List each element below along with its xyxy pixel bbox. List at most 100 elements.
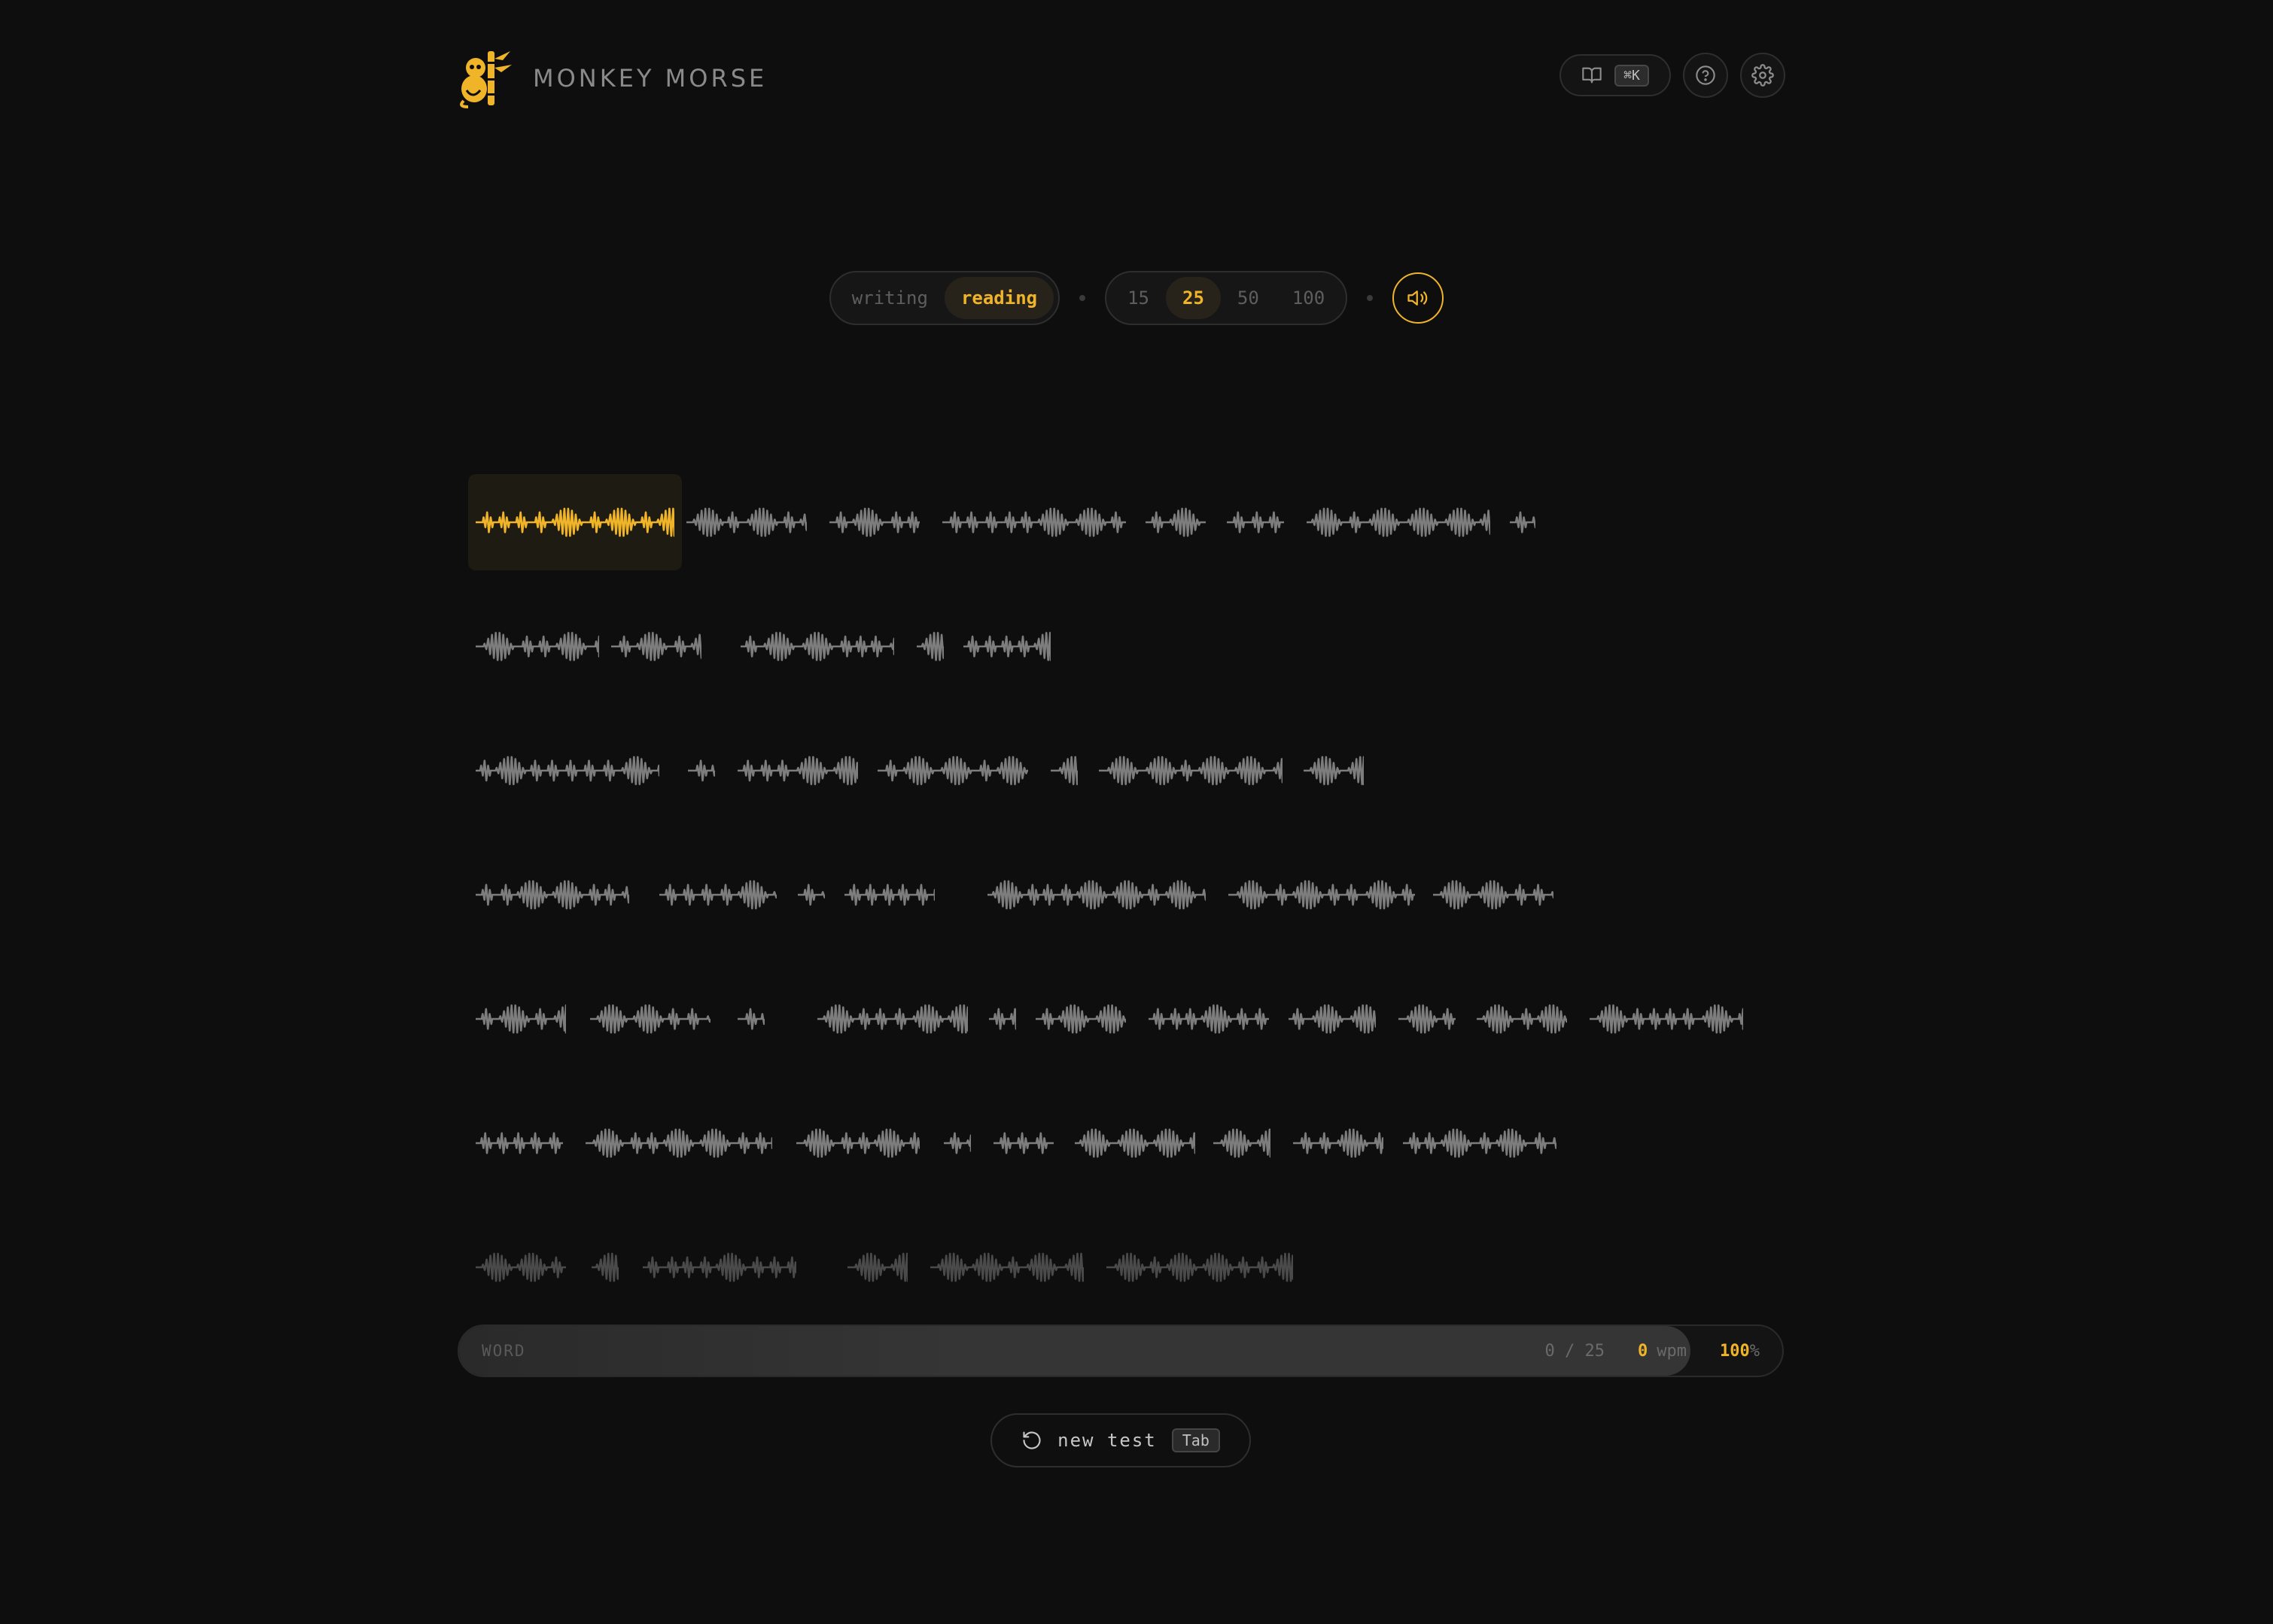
waveform-line [1510, 511, 1535, 534]
waveform-line [586, 1128, 772, 1158]
morse-waveform [1106, 1252, 1293, 1282]
waveform-line [942, 507, 1126, 537]
current-morse-word [468, 474, 682, 570]
morse-word [936, 1095, 978, 1191]
morse-waveform [476, 631, 599, 661]
waveform-line [643, 1252, 796, 1282]
waveform-line [930, 1252, 1084, 1282]
restart-icon [1023, 1431, 1041, 1449]
app-title: MONKEY MORSE [533, 64, 768, 93]
waveform-line [688, 759, 715, 782]
morse-word [652, 847, 784, 943]
waveform-line [476, 1004, 566, 1034]
settings-button[interactable] [1740, 53, 1785, 98]
monkey-logo-icon [460, 51, 512, 108]
waveform-line [993, 1132, 1054, 1154]
morse-word [923, 1219, 1091, 1315]
command-palette-button[interactable]: ⌘K [1559, 54, 1671, 96]
morse-word [837, 847, 942, 943]
morse-waveform [1149, 1004, 1269, 1034]
new-test-button[interactable]: new test Tab [990, 1413, 1251, 1467]
morse-waveform [878, 756, 1028, 786]
morse-word [679, 474, 814, 570]
morse-word [468, 971, 574, 1067]
morse-waveform [686, 507, 807, 537]
morse-word [935, 474, 1133, 570]
morse-waveform [1398, 1004, 1456, 1034]
morse-word [468, 598, 607, 695]
word-row [476, 722, 1800, 847]
morse-word [468, 847, 637, 943]
morse-word [840, 1219, 915, 1315]
morse-word [635, 1219, 804, 1315]
morse-waveform [476, 756, 659, 786]
waveform-line [1293, 1128, 1383, 1158]
wpm-unit: wpm [1657, 1341, 1687, 1361]
accuracy-unit: % [1749, 1341, 1760, 1361]
waveform-line [1477, 1004, 1567, 1034]
sound-toggle-button[interactable] [1392, 272, 1444, 324]
morse-waveform [476, 507, 674, 537]
word-row [468, 474, 1800, 598]
mode-reading-button[interactable]: reading [944, 277, 1054, 319]
morse-waveform [993, 1132, 1054, 1154]
new-test-shortcut-kbd: Tab [1171, 1428, 1220, 1452]
waveform-line [917, 631, 944, 661]
header-tools: ⌘K [1559, 53, 1785, 98]
waveform-line [944, 1132, 971, 1154]
morse-waveform [1477, 1004, 1567, 1034]
morse-waveform [917, 631, 944, 661]
morse-word [584, 1219, 626, 1315]
morse-word [1395, 1095, 1564, 1191]
gear-icon [1751, 64, 1774, 87]
waveform-line [476, 507, 674, 537]
help-button[interactable] [1683, 53, 1728, 98]
morse-word [680, 722, 723, 819]
morse-waveform [611, 631, 701, 661]
morse-word [604, 598, 709, 695]
word-count-15-button[interactable]: 15 [1111, 277, 1166, 319]
morse-word [730, 971, 772, 1067]
morse-word [1391, 971, 1463, 1067]
waveform-line [798, 883, 825, 906]
command-shortcut-kbd: ⌘K [1614, 64, 1649, 87]
morse-waveform [1307, 507, 1490, 537]
morse-waveform [942, 507, 1126, 537]
morse-word [468, 1219, 574, 1315]
waveform-line [1433, 880, 1553, 910]
word-count-50-button[interactable]: 50 [1221, 277, 1276, 319]
waveform-line [592, 1252, 619, 1282]
morse-waveform [476, 880, 629, 910]
morse-word [1219, 474, 1292, 570]
morse-word [1043, 722, 1085, 819]
morse-word [578, 1095, 780, 1191]
word-progress: 0 / 25 [1544, 1341, 1605, 1361]
mode-selector: writing reading [829, 271, 1060, 325]
morse-waveform [829, 507, 920, 537]
morse-waveform [476, 1252, 566, 1282]
morse-waveform [817, 1004, 968, 1034]
morse-word [909, 598, 951, 695]
morse-word [583, 971, 718, 1067]
morse-word [870, 722, 1036, 819]
morse-waveform [798, 883, 825, 906]
word-row [476, 847, 1800, 971]
word-count-100-button[interactable]: 100 [1276, 277, 1341, 319]
waveform-line [796, 1128, 920, 1158]
morse-waveform [1510, 511, 1535, 534]
waveform-line [963, 631, 1051, 661]
waveform-line [847, 1252, 908, 1282]
morse-word [1426, 847, 1561, 943]
new-test-label: new test [1057, 1430, 1157, 1451]
morse-waveform [1036, 1004, 1126, 1034]
waveform-line [1289, 1004, 1376, 1034]
accuracy-fill [459, 1326, 1691, 1376]
morse-waveform [847, 1252, 908, 1282]
word-count-25-button[interactable]: 25 [1166, 277, 1221, 319]
morse-word [733, 598, 902, 695]
brand[interactable]: MONKEY MORSE [458, 48, 767, 108]
mode-writing-button[interactable]: writing [835, 277, 945, 319]
waveform-line [878, 756, 1028, 786]
waveform-line [738, 756, 858, 786]
waveform-line [1146, 507, 1206, 537]
